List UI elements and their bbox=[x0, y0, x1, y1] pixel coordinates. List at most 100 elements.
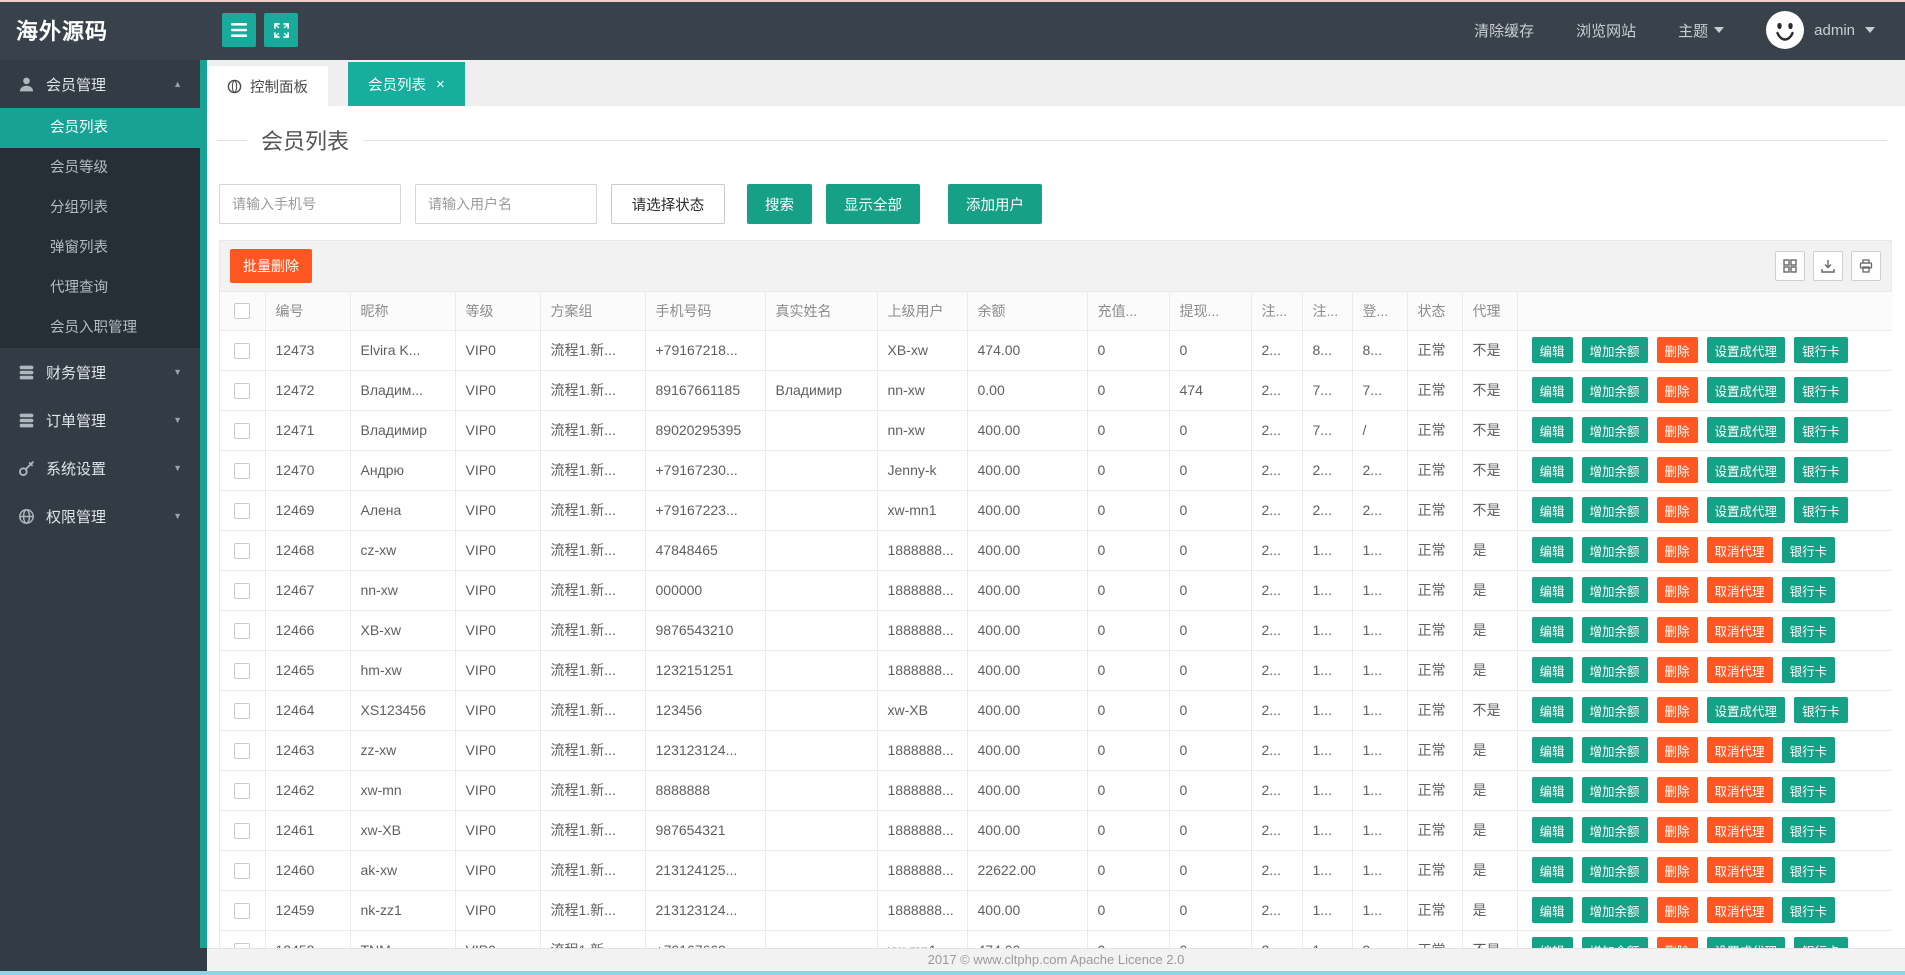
bank-card-button[interactable]: 银行卡 bbox=[1781, 777, 1836, 803]
set-agent-button[interactable]: 设置成代理 bbox=[1706, 697, 1786, 723]
sidebar-group-permissions[interactable]: 权限管理 ▼ bbox=[0, 492, 200, 540]
phone-input[interactable] bbox=[219, 184, 401, 224]
set-agent-button[interactable]: 设置成代理 bbox=[1706, 497, 1786, 523]
add-balance-button[interactable]: 增加余额 bbox=[1581, 817, 1648, 843]
row-checkbox[interactable] bbox=[234, 622, 251, 639]
cancel-agent-button[interactable]: 取消代理 bbox=[1706, 857, 1773, 883]
edit-button[interactable]: 编辑 bbox=[1531, 937, 1573, 948]
row-checkbox[interactable] bbox=[234, 902, 251, 919]
delete-button[interactable]: 删除 bbox=[1656, 417, 1698, 443]
add-balance-button[interactable]: 增加余额 bbox=[1581, 617, 1648, 643]
row-checkbox[interactable] bbox=[234, 582, 251, 599]
edit-button[interactable]: 编辑 bbox=[1531, 377, 1573, 403]
delete-button[interactable]: 删除 bbox=[1656, 937, 1698, 948]
cancel-agent-button[interactable]: 取消代理 bbox=[1706, 817, 1773, 843]
row-checkbox[interactable] bbox=[234, 862, 251, 879]
add-balance-button[interactable]: 增加余额 bbox=[1581, 337, 1648, 363]
fullscreen-button[interactable] bbox=[264, 13, 298, 47]
delete-button[interactable]: 删除 bbox=[1656, 697, 1698, 723]
sidebar-item-popup-list[interactable]: 弹窗列表 bbox=[0, 228, 200, 268]
bank-card-button[interactable]: 银行卡 bbox=[1794, 337, 1848, 363]
delete-button[interactable]: 删除 bbox=[1656, 337, 1698, 363]
cancel-agent-button[interactable]: 取消代理 bbox=[1706, 537, 1773, 563]
delete-button[interactable]: 删除 bbox=[1656, 897, 1698, 923]
sidebar-item-member-entry[interactable]: 会员入职管理 bbox=[0, 308, 200, 348]
edit-button[interactable]: 编辑 bbox=[1531, 617, 1573, 643]
row-checkbox[interactable] bbox=[234, 782, 251, 799]
status-select[interactable]: 请选择状态 bbox=[611, 184, 725, 224]
add-balance-button[interactable]: 增加余额 bbox=[1581, 857, 1648, 883]
close-icon[interactable]: × bbox=[436, 77, 445, 92]
add-user-button[interactable]: 添加用户 bbox=[948, 184, 1042, 224]
row-checkbox[interactable] bbox=[234, 662, 251, 679]
batch-delete-button[interactable]: 批量删除 bbox=[230, 249, 312, 283]
bank-card-button[interactable]: 银行卡 bbox=[1794, 417, 1848, 443]
sidebar-item-member-list[interactable]: 会员列表 bbox=[0, 108, 200, 148]
sidebar-group-settings[interactable]: 系统设置 ▼ bbox=[0, 444, 200, 492]
sidebar-item-group-list[interactable]: 分组列表 bbox=[0, 188, 200, 228]
bank-card-button[interactable]: 银行卡 bbox=[1781, 897, 1836, 923]
bank-card-button[interactable]: 银行卡 bbox=[1781, 857, 1836, 883]
print-button[interactable] bbox=[1851, 251, 1881, 281]
row-checkbox[interactable] bbox=[234, 742, 251, 759]
columns-grid-button[interactable] bbox=[1775, 251, 1805, 281]
row-checkbox[interactable] bbox=[234, 382, 251, 399]
add-balance-button[interactable]: 增加余额 bbox=[1581, 497, 1648, 523]
add-balance-button[interactable]: 增加余额 bbox=[1581, 777, 1648, 803]
delete-button[interactable]: 删除 bbox=[1656, 777, 1698, 803]
add-balance-button[interactable]: 增加余额 bbox=[1581, 577, 1648, 603]
bank-card-button[interactable]: 银行卡 bbox=[1794, 497, 1848, 523]
delete-button[interactable]: 删除 bbox=[1656, 617, 1698, 643]
bank-card-button[interactable]: 银行卡 bbox=[1794, 457, 1848, 483]
sidebar-group-orders[interactable]: 订单管理 ▼ bbox=[0, 396, 200, 444]
sidebar-toggle-button[interactable] bbox=[222, 13, 256, 47]
add-balance-button[interactable]: 增加余额 bbox=[1581, 537, 1648, 563]
edit-button[interactable]: 编辑 bbox=[1531, 577, 1573, 603]
delete-button[interactable]: 删除 bbox=[1656, 457, 1698, 483]
add-balance-button[interactable]: 增加余额 bbox=[1581, 697, 1648, 723]
add-balance-button[interactable]: 增加余额 bbox=[1581, 897, 1648, 923]
row-checkbox[interactable] bbox=[234, 502, 251, 519]
cancel-agent-button[interactable]: 取消代理 bbox=[1706, 777, 1773, 803]
edit-button[interactable]: 编辑 bbox=[1531, 497, 1573, 523]
bank-card-button[interactable]: 银行卡 bbox=[1794, 697, 1848, 723]
add-balance-button[interactable]: 增加余额 bbox=[1581, 417, 1648, 443]
bank-card-button[interactable]: 银行卡 bbox=[1781, 817, 1836, 843]
bank-card-button[interactable]: 银行卡 bbox=[1794, 377, 1848, 403]
set-agent-button[interactable]: 设置成代理 bbox=[1706, 337, 1786, 363]
set-agent-button[interactable]: 设置成代理 bbox=[1706, 457, 1786, 483]
set-agent-button[interactable]: 设置成代理 bbox=[1706, 937, 1786, 948]
bank-card-button[interactable]: 银行卡 bbox=[1794, 937, 1848, 948]
row-checkbox[interactable] bbox=[234, 702, 251, 719]
bank-card-button[interactable]: 银行卡 bbox=[1781, 617, 1836, 643]
delete-button[interactable]: 删除 bbox=[1656, 657, 1698, 683]
sidebar-group-finance[interactable]: 财务管理 ▼ bbox=[0, 348, 200, 396]
clear-cache-link[interactable]: 清除缓存 bbox=[1474, 20, 1534, 41]
row-checkbox[interactable] bbox=[234, 822, 251, 839]
delete-button[interactable]: 删除 bbox=[1656, 377, 1698, 403]
username-input[interactable] bbox=[415, 184, 597, 224]
edit-button[interactable]: 编辑 bbox=[1531, 737, 1573, 763]
cancel-agent-button[interactable]: 取消代理 bbox=[1706, 737, 1773, 763]
select-all-checkbox[interactable] bbox=[234, 303, 251, 320]
cancel-agent-button[interactable]: 取消代理 bbox=[1706, 577, 1773, 603]
cancel-agent-button[interactable]: 取消代理 bbox=[1706, 897, 1773, 923]
delete-button[interactable]: 删除 bbox=[1656, 817, 1698, 843]
cancel-agent-button[interactable]: 取消代理 bbox=[1706, 617, 1773, 643]
add-balance-button[interactable]: 增加余额 bbox=[1581, 377, 1648, 403]
edit-button[interactable]: 编辑 bbox=[1531, 657, 1573, 683]
delete-button[interactable]: 删除 bbox=[1656, 857, 1698, 883]
tab-dashboard[interactable]: 控制面板 bbox=[207, 66, 328, 106]
edit-button[interactable]: 编辑 bbox=[1531, 857, 1573, 883]
edit-button[interactable]: 编辑 bbox=[1531, 777, 1573, 803]
export-button[interactable] bbox=[1813, 251, 1843, 281]
sidebar-item-agent-query[interactable]: 代理查询 bbox=[0, 268, 200, 308]
row-checkbox[interactable] bbox=[234, 342, 251, 359]
search-button[interactable]: 搜索 bbox=[747, 184, 812, 224]
set-agent-button[interactable]: 设置成代理 bbox=[1706, 377, 1786, 403]
row-checkbox[interactable] bbox=[234, 422, 251, 439]
sidebar-item-member-level[interactable]: 会员等级 bbox=[0, 148, 200, 188]
cancel-agent-button[interactable]: 取消代理 bbox=[1706, 657, 1773, 683]
edit-button[interactable]: 编辑 bbox=[1531, 817, 1573, 843]
bank-card-button[interactable]: 银行卡 bbox=[1781, 737, 1836, 763]
